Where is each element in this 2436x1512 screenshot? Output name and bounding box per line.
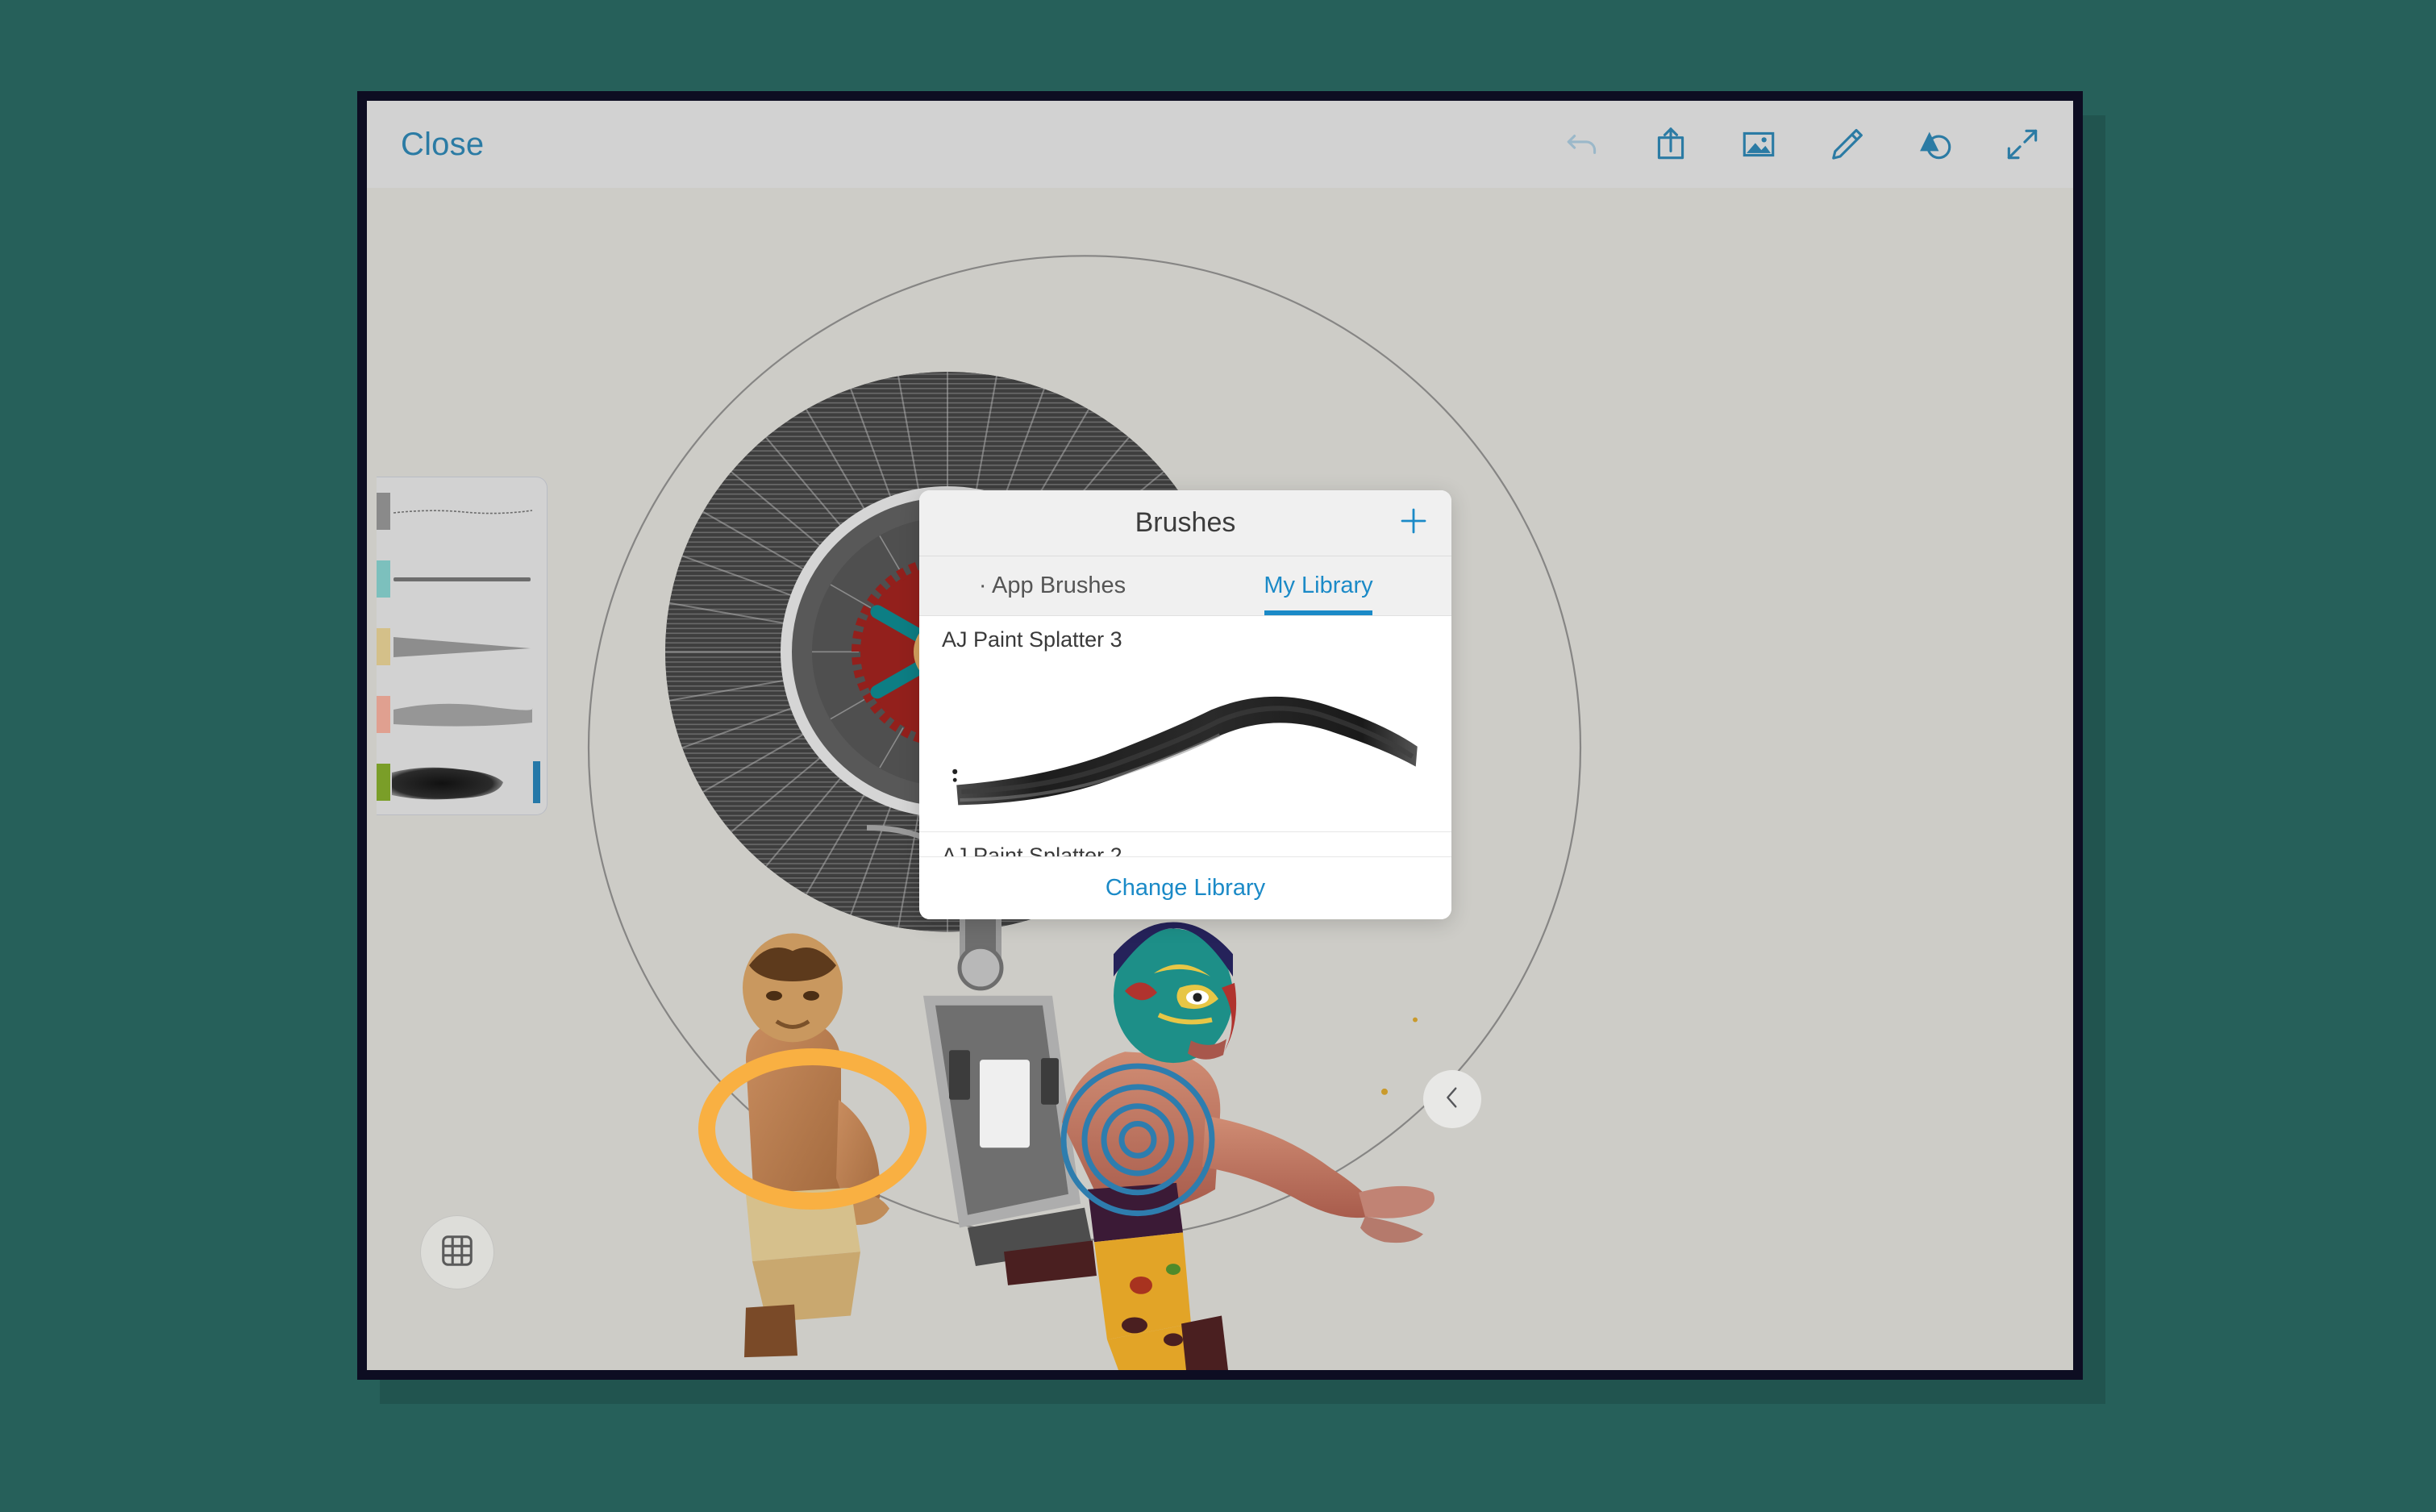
brush-stroke-preview <box>390 681 535 748</box>
chevron-left-icon <box>1439 1084 1466 1115</box>
brush-color-tab <box>377 493 390 530</box>
list-item[interactable]: AJ Paint Splatter 2 <box>919 832 1451 856</box>
tab-my-library[interactable]: My Library <box>1185 556 1451 615</box>
change-library-button[interactable]: Change Library <box>1106 875 1265 902</box>
close-button[interactable]: Close <box>391 122 493 168</box>
device-frame: Close <box>357 91 2083 1380</box>
brush-stroke-preview <box>390 545 535 613</box>
tab-app-brushes[interactable]: · App Brushes <box>919 556 1185 615</box>
top-toolbar: Close <box>367 101 2073 188</box>
shapes-icon[interactable] <box>1913 123 1956 166</box>
grid-button[interactable] <box>420 1215 494 1289</box>
pencil-icon[interactable] <box>1825 123 1868 166</box>
brush-stroke-preview <box>390 748 535 815</box>
brush-list[interactable]: AJ Paint Splatter 3 <box>919 616 1451 856</box>
brushes-panel-header: Brushes <box>919 490 1451 556</box>
brush-stroke-preview <box>390 613 535 681</box>
share-icon[interactable] <box>1649 123 1693 166</box>
brush-tray[interactable] <box>377 477 548 815</box>
grid-icon <box>439 1232 476 1273</box>
brush-color-tab <box>377 560 390 598</box>
collapse-panel-button[interactable] <box>1423 1070 1481 1128</box>
image-icon[interactable] <box>1737 123 1780 166</box>
undo-icon[interactable] <box>1561 123 1605 166</box>
tray-brush-item[interactable] <box>377 477 547 545</box>
brush-color-tab <box>377 696 390 733</box>
tray-brush-item-selected[interactable] <box>377 748 547 815</box>
brush-color-tab <box>377 764 390 801</box>
canvas-area[interactable]: Brushes · App Brushes My Library <box>367 188 2073 1370</box>
tray-brush-item[interactable] <box>377 681 547 748</box>
expand-icon[interactable] <box>2001 123 2044 166</box>
brush-preview-thick <box>942 661 1432 820</box>
tray-brush-item[interactable] <box>377 545 547 613</box>
brush-stroke-preview <box>390 477 535 545</box>
plus-icon <box>1397 504 1430 542</box>
brushes-panel-tabs: · App Brushes My Library <box>919 556 1451 616</box>
list-item[interactable]: AJ Paint Splatter 3 <box>919 616 1451 832</box>
toolbar-icon-group <box>1561 123 2044 166</box>
brushes-panel-footer: Change Library <box>919 856 1451 919</box>
brush-selection-indicator <box>533 761 540 803</box>
panel-title: Brushes <box>1135 507 1236 539</box>
brush-name: AJ Paint Splatter 3 <box>942 627 1429 652</box>
brush-color-tab <box>377 628 390 665</box>
tray-brush-item[interactable] <box>377 613 547 681</box>
device-screen: Close <box>367 101 2073 1370</box>
brush-name: AJ Paint Splatter 2 <box>942 843 1429 856</box>
add-brush-button[interactable] <box>1393 503 1434 544</box>
brushes-panel: Brushes · App Brushes My Library <box>919 490 1451 919</box>
